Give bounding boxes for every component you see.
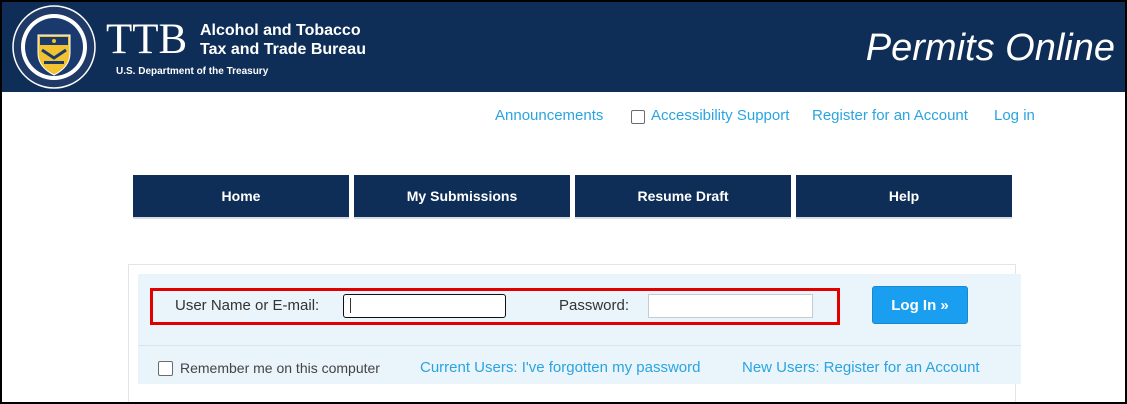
brand-line-1: Alcohol and Tobacco — [200, 22, 361, 39]
brand-department: U.S. Department of the Treasury — [116, 66, 269, 77]
nav-tab-my-submissions[interactable]: My Submissions — [354, 175, 570, 219]
login-link[interactable]: Log in — [994, 107, 1035, 124]
top-links: Announcements Accessibility Support Regi… — [2, 107, 1125, 129]
forgot-password-link[interactable]: Current Users: I've forgotten my passwor… — [420, 359, 700, 376]
nav-tab-help[interactable]: Help — [796, 175, 1012, 219]
register-link[interactable]: Register for an Account — [812, 107, 968, 124]
brand-line-2: Tax and Trade Bureau — [200, 41, 366, 58]
nav-tab-home[interactable]: Home — [133, 175, 349, 219]
login-button[interactable]: Log In » — [872, 286, 968, 324]
nav-tab-resume-draft[interactable]: Resume Draft — [575, 175, 791, 219]
app-title: Permits Online — [865, 27, 1115, 69]
accessibility-checkbox[interactable] — [631, 110, 645, 124]
login-panel — [128, 264, 1021, 402]
remember-me-checkbox[interactable] — [158, 361, 173, 376]
page-frame: TTB Alcohol and Tobacco Tax and Trade Bu… — [0, 0, 1127, 404]
ttb-seal-logo — [12, 5, 96, 89]
credentials-highlight-box — [150, 288, 840, 325]
brand-abbr: TTB — [106, 16, 188, 63]
accessibility-support-link[interactable]: Accessibility Support — [651, 107, 789, 124]
panel-divider — [138, 345, 1021, 346]
new-user-register-link[interactable]: New Users: Register for an Account — [742, 359, 980, 376]
site-header: TTB Alcohol and Tobacco Tax and Trade Bu… — [2, 2, 1125, 92]
remember-me-label: Remember me on this computer — [180, 360, 380, 376]
announcements-link[interactable]: Announcements — [495, 107, 603, 124]
